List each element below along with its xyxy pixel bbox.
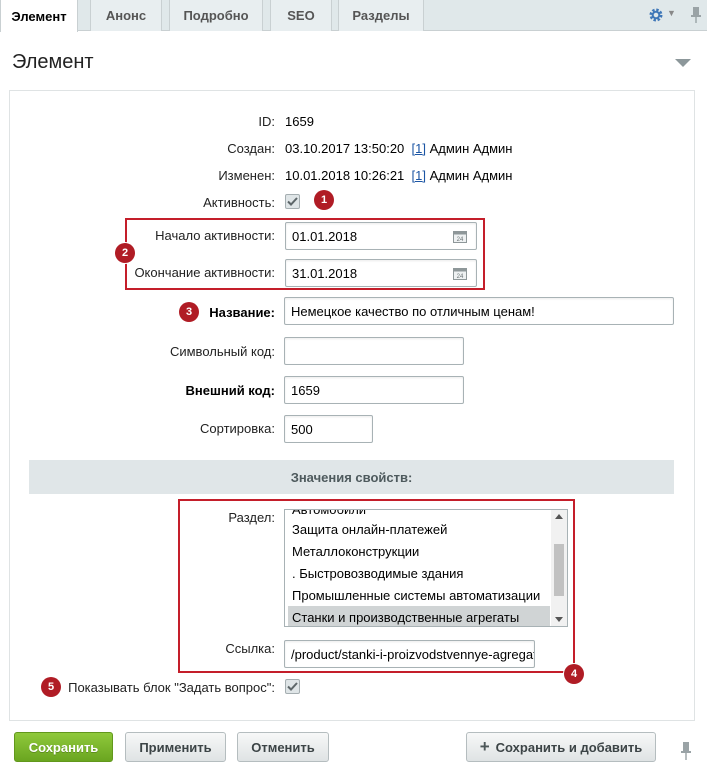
section-select-label: Раздел: [228, 510, 275, 525]
save-and-add-button[interactable]: + Сохранить и добавить [466, 732, 656, 762]
list-item-selected[interactable]: Станки и производственные агрегаты [288, 606, 550, 626]
list-item[interactable]: Металлоконструкции [288, 540, 550, 562]
link-label: Ссылка: [225, 641, 275, 656]
checkmark-icon [287, 197, 298, 206]
active-from-input[interactable]: 01.01.2018 24 [285, 222, 477, 250]
modified-user-name: Админ Админ [429, 168, 513, 183]
pin-icon[interactable] [689, 5, 703, 25]
annotation-badge-4: 4 [564, 664, 584, 684]
cancel-button[interactable]: Отменить [237, 732, 329, 762]
calendar-icon[interactable]: 24 [453, 230, 467, 243]
modified-label: Изменен: [218, 168, 275, 183]
pin-icon[interactable] [679, 740, 693, 762]
save-button[interactable]: Сохранить [14, 732, 113, 762]
plus-icon: + [479, 737, 490, 756]
created-user-link[interactable]: [1] [412, 141, 426, 156]
code-input[interactable] [284, 337, 464, 365]
active-label: Активность: [203, 195, 275, 210]
ask-block-label: Показывать блок "Задать вопрос": [68, 680, 275, 695]
id-value: 1659 [285, 114, 314, 129]
tab-seo[interactable]: SEO [270, 0, 332, 31]
tab-bar: Элемент Анонс Подробно SEO Разделы ▼ [0, 0, 707, 32]
modified-user-link[interactable]: [1] [412, 168, 426, 183]
list-item[interactable]: . Быстровозводимые здания [288, 562, 550, 584]
active-from-label: Начало активности: [155, 228, 275, 243]
link-input[interactable]: /product/stanki-i-proizvodstvennye-agreg… [284, 640, 535, 668]
created-label: Создан: [227, 141, 275, 156]
id-label: ID: [258, 114, 275, 129]
annotation-badge-3: 3 [179, 302, 199, 322]
chevron-down-icon[interactable]: ▼ [667, 8, 676, 18]
apply-button[interactable]: Применить [125, 732, 226, 762]
annotation-badge-1: 1 [314, 190, 334, 210]
calendar-icon[interactable]: 24 [453, 267, 467, 280]
section-title: Элемент [12, 51, 94, 73]
code-label: Символьный код: [169, 344, 275, 359]
active-to-input[interactable]: 31.01.2018 24 [285, 259, 477, 287]
active-checkbox[interactable] [285, 194, 300, 209]
svg-text:24: 24 [457, 274, 464, 280]
xml-id-label: Внешний код: [185, 383, 275, 398]
scroll-down-icon[interactable] [555, 617, 563, 622]
ask-block-checkbox[interactable] [285, 679, 300, 694]
modified-value: 10.01.2018 10:26:21 [1] Админ Админ [285, 168, 513, 183]
gear-icon[interactable] [646, 5, 666, 25]
scroll-up-icon[interactable] [555, 514, 563, 519]
list-item[interactable]: Защита онлайн-платежей [288, 518, 550, 540]
annotation-badge-2: 2 [115, 243, 135, 263]
save-and-add-label: Сохранить и добавить [495, 739, 643, 755]
tab-element[interactable]: Элемент [0, 0, 78, 32]
annotation-badge-5: 5 [41, 677, 61, 697]
xml-id-input[interactable]: 1659 [284, 376, 464, 404]
listbox-scrollbar[interactable] [551, 510, 567, 626]
scrollbar-thumb[interactable] [554, 544, 564, 596]
modified-date: 10.01.2018 10:26:21 [285, 168, 405, 183]
sort-input[interactable]: 500 [284, 415, 373, 443]
active-to-value: 31.01.2018 [292, 265, 358, 281]
created-date: 03.10.2017 13:50:20 [285, 141, 405, 156]
tab-sections[interactable]: Разделы [338, 0, 424, 31]
section-listbox[interactable]: Автомобили Защита онлайн-платежей Металл… [284, 509, 568, 627]
checkmark-icon [287, 682, 298, 691]
tab-details[interactable]: Подробно [169, 0, 263, 31]
name-input[interactable]: Немецкое качество по отличным ценам! [284, 297, 674, 325]
svg-text:24: 24 [457, 237, 464, 243]
collapse-arrow-icon[interactable] [675, 59, 691, 67]
tab-announce[interactable]: Анонс [90, 0, 162, 31]
properties-header: Значения свойств: [29, 460, 674, 494]
name-label: Название: [209, 305, 275, 320]
list-item[interactable]: Промышленные системы автоматизации [288, 584, 550, 606]
active-to-label: Окончание активности: [134, 265, 275, 280]
created-user-name: Админ Админ [429, 141, 513, 156]
sort-label: Сортировка: [200, 421, 275, 436]
active-from-value: 01.01.2018 [292, 228, 358, 244]
created-value: 03.10.2017 13:50:20 [1] Админ Админ [285, 141, 513, 156]
